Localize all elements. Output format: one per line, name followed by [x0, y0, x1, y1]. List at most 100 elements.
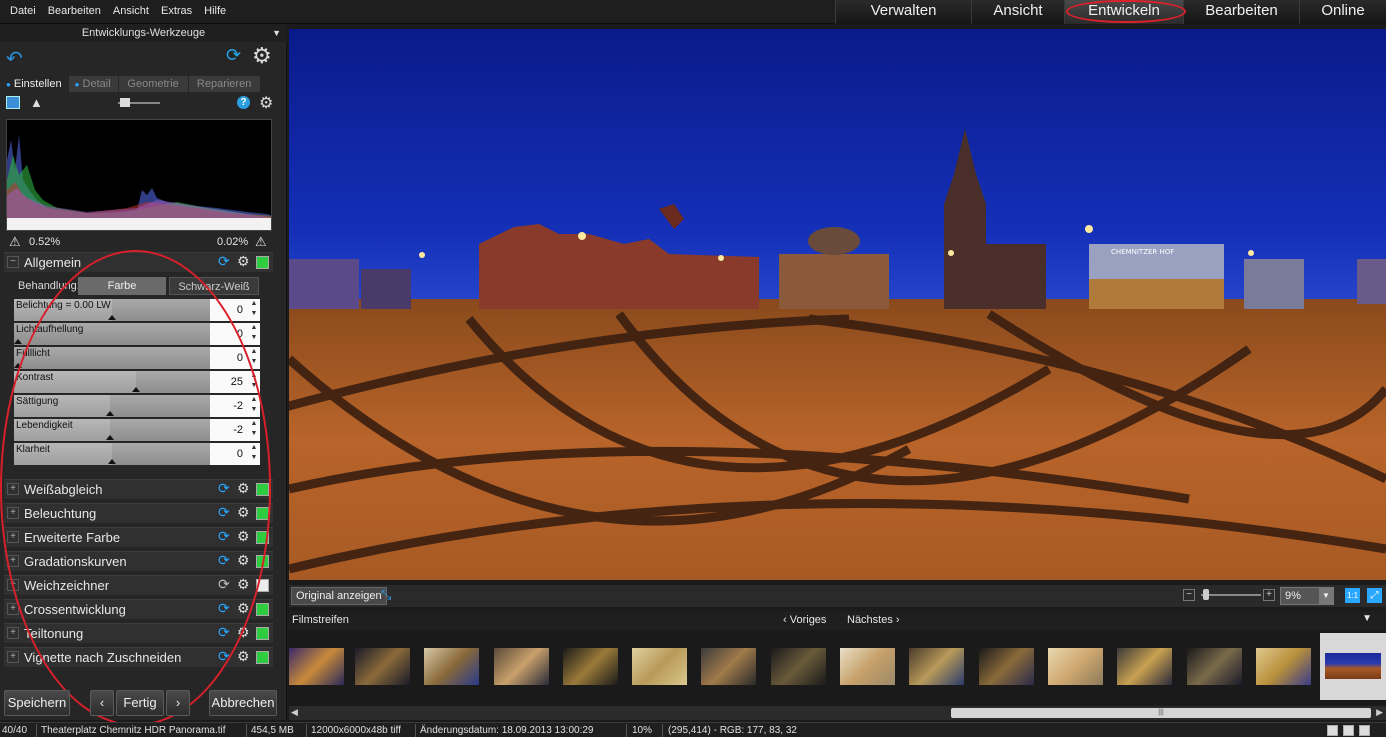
expand-icon[interactable]: +	[7, 555, 19, 567]
slider-knob[interactable]	[14, 363, 22, 368]
gear-icon[interactable]: ⚙	[252, 43, 272, 69]
treatment-bw-button[interactable]: Schwarz-Weiß	[169, 277, 259, 295]
enable-checkbox[interactable]	[256, 256, 269, 269]
section-weichzeichner[interactable]: + Weichzeichner ⟳ ⚙	[4, 575, 273, 595]
spinner-icon[interactable]: ▲ ▼	[248, 443, 260, 465]
enable-checkbox[interactable]	[256, 627, 269, 640]
slider-knob[interactable]	[132, 387, 140, 392]
spinner-icon[interactable]: ▲ ▼	[248, 299, 260, 321]
gear-icon[interactable]: ⚙	[237, 648, 250, 665]
zoom-select[interactable]: 9% ▼	[1280, 587, 1334, 605]
filmstrip-thumbnail[interactable]	[494, 648, 549, 685]
sync-icon[interactable]: ⟳	[218, 576, 230, 593]
slider-knob[interactable]	[106, 411, 114, 416]
filmstrip-thumbnail[interactable]	[355, 648, 410, 685]
slider-belichtung[interactable]: Belichtung = 0.00 LW 0 ▲ ▼	[14, 299, 260, 321]
mode-ansicht[interactable]: Ansicht	[971, 0, 1064, 24]
zoom-1-1-button[interactable]: 1:1	[1345, 588, 1360, 603]
filmstrip-thumbnail[interactable]	[840, 648, 895, 685]
mode-verwalten[interactable]: Verwalten	[835, 0, 971, 24]
expand-icon[interactable]: +	[7, 627, 19, 639]
spinner-icon[interactable]: ▲ ▼	[248, 419, 260, 441]
mode-entwickeln[interactable]: Entwickeln	[1064, 0, 1183, 24]
scroll-left-icon[interactable]: ◀	[291, 707, 298, 718]
treatment-color-button[interactable]: Farbe	[78, 277, 166, 295]
filmstrip-thumbnail[interactable]	[424, 648, 479, 685]
save-button[interactable]: Speichern	[4, 690, 70, 716]
slider-saettigung[interactable]: Sättigung -2 ▲ ▼	[14, 395, 260, 417]
gear-icon[interactable]: ⚙	[237, 504, 250, 521]
filmstrip-thumbnail[interactable]	[1256, 648, 1311, 685]
filmstrip-thumbnail[interactable]	[701, 648, 756, 685]
image-viewer[interactable]: CHEMNITZER HOF	[289, 29, 1386, 580]
filmstrip-scrollbar[interactable]: ◀ ||| ▶	[289, 706, 1386, 720]
slider-lichtaufhellung[interactable]: Lichtaufhellung 0 ▲ ▼	[14, 323, 260, 345]
cancel-button[interactable]: Abbrechen	[209, 690, 277, 716]
slider-value[interactable]: 0	[210, 323, 248, 345]
tab-einstellen[interactable]: ● Einstellen	[0, 76, 69, 92]
sync-icon[interactable]: ⟳	[218, 480, 230, 497]
sync-icon[interactable]: ⟳	[218, 624, 230, 641]
scrollbar-thumb[interactable]: |||	[951, 708, 1371, 718]
mode-online[interactable]: Online	[1299, 0, 1386, 24]
compare-icon[interactable]	[1343, 725, 1354, 736]
highlight-clip-icon[interactable]: ⚠	[255, 234, 267, 250]
next-button[interactable]: Nächstes ›	[847, 614, 900, 626]
spinner-icon[interactable]: ▲ ▼	[248, 395, 260, 417]
histogram-icon[interactable]	[6, 96, 20, 109]
slider-value[interactable]: -2	[210, 395, 248, 417]
spinner-icon[interactable]: ▲ ▼	[248, 347, 260, 369]
filmstrip-thumbnail[interactable]	[632, 648, 687, 685]
section-teiltonung[interactable]: + Teiltonung ⟳ ⚙	[4, 623, 273, 643]
zoom-slider-track[interactable]	[1201, 594, 1261, 596]
help-icon[interactable]: ?	[237, 96, 250, 109]
enable-checkbox[interactable]	[256, 579, 269, 592]
filmstrip-thumbnail[interactable]	[1117, 648, 1172, 685]
slider-value[interactable]: 25	[210, 371, 248, 393]
enable-checkbox[interactable]	[256, 531, 269, 544]
section-gradationskurven[interactable]: + Gradationskurven ⟳ ⚙	[4, 551, 273, 571]
sync-icon[interactable]: ⟳	[218, 552, 230, 569]
panel-dropdown-icon[interactable]: ▼	[272, 24, 281, 42]
warning-icon[interactable]: ▲	[30, 95, 43, 110]
enable-checkbox[interactable]	[256, 603, 269, 616]
filmstrip-thumbnail[interactable]	[1048, 648, 1103, 685]
gear-icon[interactable]: ⚙	[237, 253, 250, 270]
expand-icon[interactable]: +	[7, 483, 19, 495]
done-button[interactable]: Fertig	[116, 690, 164, 716]
chevron-down-icon[interactable]: ▼	[1319, 588, 1333, 604]
filmstrip-thumbnail[interactable]	[563, 648, 618, 685]
sync-icon[interactable]: ⟳	[218, 504, 230, 521]
gear-icon[interactable]: ⚙	[237, 600, 250, 617]
enable-checkbox[interactable]	[256, 651, 269, 664]
slider-kontrast[interactable]: Kontrast 25 ▲ ▼	[14, 371, 260, 393]
menu-extras[interactable]: Extras	[155, 5, 198, 17]
filmstrip-thumbnail[interactable]	[771, 648, 826, 685]
zoom-out-icon[interactable]: −	[1183, 589, 1195, 601]
slider-knob[interactable]	[14, 339, 22, 344]
section-crossentwicklung[interactable]: + Crossentwicklung ⟳ ⚙	[4, 599, 273, 619]
expand-icon[interactable]: +	[7, 507, 19, 519]
previous-button[interactable]: ‹ Voriges	[783, 614, 826, 626]
checkmark-icon[interactable]	[1359, 725, 1370, 736]
slider-value[interactable]: 0	[210, 443, 248, 465]
menu-hilfe[interactable]: Hilfe	[198, 5, 232, 17]
expand-icon[interactable]: +	[7, 603, 19, 615]
filmstrip-thumbnail[interactable]	[979, 648, 1034, 685]
previous-icon[interactable]: ‹	[90, 690, 114, 716]
filmstrip-thumbnail-selected[interactable]	[1320, 633, 1386, 700]
filmstrip-thumbnail[interactable]	[1187, 648, 1242, 685]
slider-knob[interactable]	[108, 459, 116, 464]
expand-view-icon[interactable]: ⤡	[381, 587, 391, 603]
slider-fuelllicht[interactable]: Fülllicht 0 ▲ ▼	[14, 347, 260, 369]
zoom-slider-knob[interactable]	[1203, 589, 1209, 600]
filmstrip-dropdown-icon[interactable]: ▼	[1362, 613, 1372, 624]
sync-icon[interactable]: ⟳	[218, 648, 230, 665]
enable-checkbox[interactable]	[256, 507, 269, 520]
section-allgemein[interactable]: − Allgemein ⟳ ⚙	[4, 252, 273, 272]
slider-value[interactable]: -2	[210, 419, 248, 441]
shadow-clip-icon[interactable]: ⚠	[9, 234, 21, 250]
enable-checkbox[interactable]	[256, 555, 269, 568]
histogram-gear-icon[interactable]: ⚙	[259, 93, 273, 113]
gear-icon[interactable]: ⚙	[237, 552, 250, 569]
